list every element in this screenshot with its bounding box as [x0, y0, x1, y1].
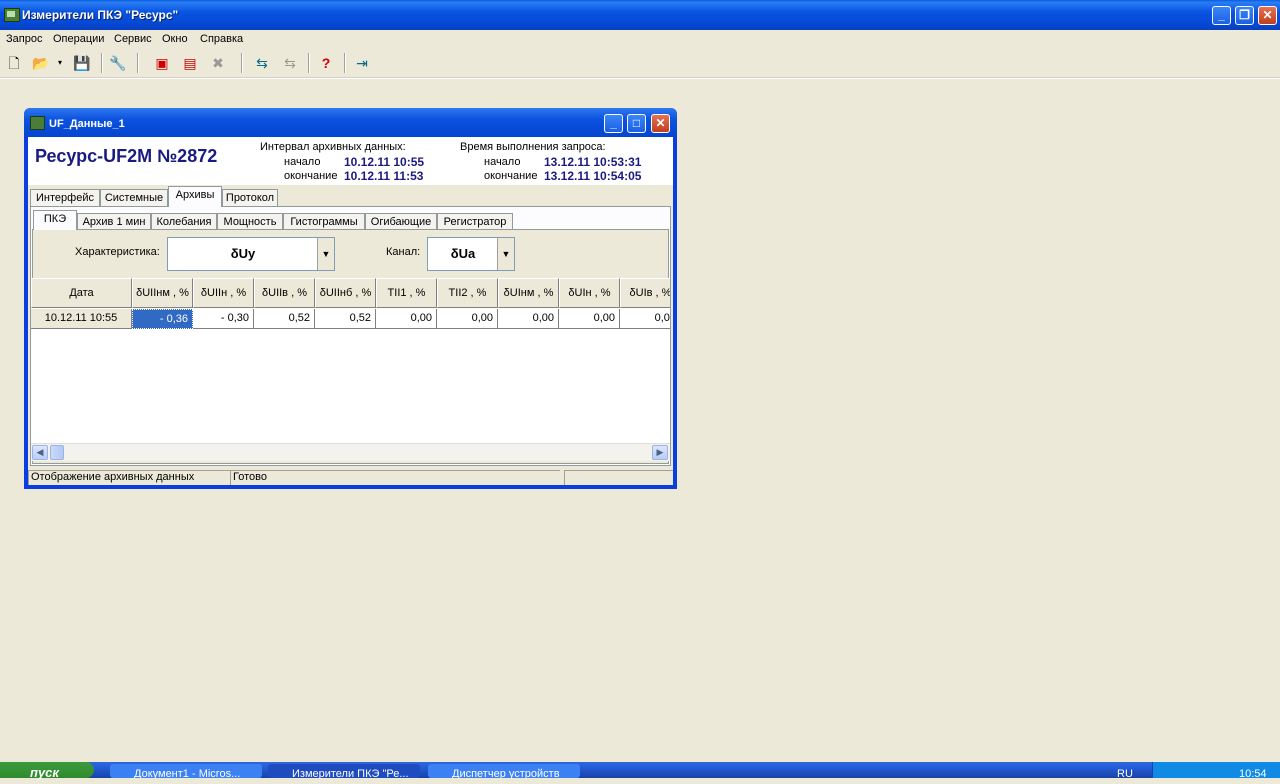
system-tray: RU 10:54: [1117, 762, 1280, 780]
column-header[interactable]: δUIIн , %: [193, 278, 254, 308]
exit-icon[interactable]: ⇥: [353, 54, 371, 72]
child-close-button[interactable]: ✕: [651, 114, 670, 133]
table-cell-date[interactable]: 10.12.11 10:55: [31, 309, 132, 329]
data-window-body: Ресурс-UF2M №2872 Интервал архивных данн…: [28, 137, 673, 485]
channel-select[interactable]: δUa ▼: [427, 237, 515, 271]
menu-bar: Запрос Операции Сервис Окно Справка: [0, 30, 1280, 49]
column-header[interactable]: TII2 , %: [437, 278, 498, 308]
tab-system[interactable]: Системные: [100, 189, 168, 207]
interval-start-label: начало: [284, 156, 321, 168]
taskbar-item-document[interactable]: Документ1 - Micros...: [110, 764, 262, 778]
menu-window[interactable]: Окно: [162, 33, 188, 45]
column-header[interactable]: δUIIв , %: [254, 278, 315, 308]
chevron-down-icon[interactable]: ▼: [497, 238, 514, 270]
chevron-down-icon[interactable]: ▼: [317, 238, 334, 270]
status-message: Отображение архивных данных: [28, 470, 230, 485]
column-header[interactable]: δUIв , %: [620, 278, 670, 308]
interval-end-label: окончание: [284, 170, 338, 182]
device-header: Ресурс-UF2M №2872 Интервал архивных данн…: [28, 137, 673, 185]
column-header[interactable]: δUIн , %: [559, 278, 620, 308]
minimize-button[interactable]: _: [1212, 6, 1231, 25]
taskbar-item-device-manager[interactable]: Диспетчер устройств: [428, 764, 580, 778]
disconnect-icon[interactable]: ⇆: [281, 54, 299, 72]
tab-interface[interactable]: Интерфейс: [30, 189, 100, 207]
table-cell[interactable]: 0,00: [620, 309, 670, 329]
open-folder-icon[interactable]: 📂: [32, 54, 50, 72]
write-device-icon[interactable]: ▤: [181, 54, 199, 72]
table-cell[interactable]: 0,00: [437, 309, 498, 329]
main-title-bar[interactable]: Измерители ПКЭ "Ресурс" _ ❐ ✕: [0, 0, 1280, 30]
save-icon[interactable]: 💾: [73, 54, 91, 72]
taskbar-item-resource[interactable]: Измерители ПКЭ "Ре...: [268, 764, 420, 778]
characteristic-value: δUу: [230, 246, 256, 261]
data-window: UF_Данные_1 _ □ ✕ Ресурс-UF2M №2872 Инте…: [24, 108, 677, 489]
request-start-label: начало: [484, 156, 521, 168]
tab-archives[interactable]: Архивы: [168, 186, 222, 207]
column-header[interactable]: δUIIнб , %: [315, 278, 376, 308]
column-header-date[interactable]: Дата: [31, 278, 132, 308]
request-label: Время выполнения запроса:: [460, 141, 606, 153]
menu-request[interactable]: Запрос: [6, 33, 42, 45]
interval-label: Интервал архивных данных:: [260, 141, 406, 153]
scroll-left-icon[interactable]: ◀: [32, 445, 48, 460]
settings-icon[interactable]: 🔧: [109, 54, 127, 72]
horizontal-scrollbar[interactable]: ◀ ▶: [31, 443, 670, 461]
table-cell[interactable]: - 0,30: [193, 309, 254, 329]
channel-label: Канал:: [386, 246, 421, 258]
app-icon: [4, 8, 20, 22]
column-header[interactable]: TII1 , %: [376, 278, 437, 308]
column-header[interactable]: δUIнм , %: [498, 278, 559, 308]
scroll-right-icon[interactable]: ▶: [652, 445, 668, 460]
window-icon: [30, 116, 45, 130]
menu-service[interactable]: Сервис: [114, 33, 152, 45]
table-cell[interactable]: 0,00: [498, 309, 559, 329]
request-end-value: 13.12.11 10:54:05: [544, 169, 642, 183]
menu-help[interactable]: Справка: [200, 33, 243, 45]
read-device-icon[interactable]: ▣: [153, 54, 171, 72]
scroll-thumb[interactable]: [50, 445, 64, 460]
table-cell[interactable]: 0,52: [315, 309, 376, 329]
close-button[interactable]: ✕: [1258, 6, 1277, 25]
characteristic-label: Характеристика:: [75, 246, 160, 258]
data-window-title: UF_Данные_1: [49, 118, 125, 130]
status-state: Готово: [230, 470, 560, 485]
characteristic-select[interactable]: δUу ▼: [167, 237, 335, 271]
connect-icon[interactable]: ⇆: [253, 54, 271, 72]
device-name: Ресурс-UF2M №2872: [35, 146, 218, 166]
clock[interactable]: 10:54: [1239, 768, 1267, 780]
restore-button[interactable]: ❐: [1235, 6, 1254, 25]
tab-protocol[interactable]: Протокол: [222, 189, 278, 207]
start-button[interactable]: пуск: [0, 762, 94, 780]
open-dropdown-icon[interactable]: ▾: [54, 54, 66, 72]
menu-operations[interactable]: Операции: [53, 33, 104, 45]
main-window-title: Измерители ПКЭ "Ресурс": [22, 8, 179, 22]
table-cell[interactable]: 0,00: [376, 309, 437, 329]
table-cell[interactable]: 0,52: [254, 309, 315, 329]
subtab-pke[interactable]: ПКЭ: [33, 210, 77, 230]
column-header[interactable]: δUIIнм , %: [132, 278, 193, 308]
child-maximize-button[interactable]: □: [627, 114, 646, 133]
child-minimize-button[interactable]: _: [604, 114, 623, 133]
new-file-icon[interactable]: 🗋: [5, 54, 23, 72]
request-start-value: 13.12.11 10:53:31: [544, 155, 642, 169]
status-bar: Отображение архивных данных Готово: [28, 468, 673, 485]
taskbar: пуск Документ1 - Micros... Измерители ПК…: [0, 762, 1280, 780]
interval-start-value: 10.12.11 10:55: [344, 155, 425, 169]
table-cell[interactable]: 0,00: [559, 309, 620, 329]
data-grid[interactable]: Дата δUIIнм , % δUIIн , % δUIIв , % δUII…: [31, 278, 670, 443]
help-icon[interactable]: ?: [317, 54, 335, 72]
interval-end-value: 10.12.11 11:53: [344, 169, 424, 183]
table-cell-selected[interactable]: - 0,36: [132, 309, 193, 329]
toolbar: 🗋 📂 ▾ 💾 🔧 ▣ ▤ ✖ ⇆ ⇆ ? ⇥: [0, 50, 1280, 78]
delete-icon[interactable]: ✖: [209, 54, 227, 72]
data-window-title-bar[interactable]: UF_Данные_1 _ □ ✕: [24, 108, 677, 137]
language-indicator[interactable]: RU: [1117, 768, 1133, 780]
status-extra: [564, 470, 673, 485]
request-end-label: окончание: [484, 170, 538, 182]
